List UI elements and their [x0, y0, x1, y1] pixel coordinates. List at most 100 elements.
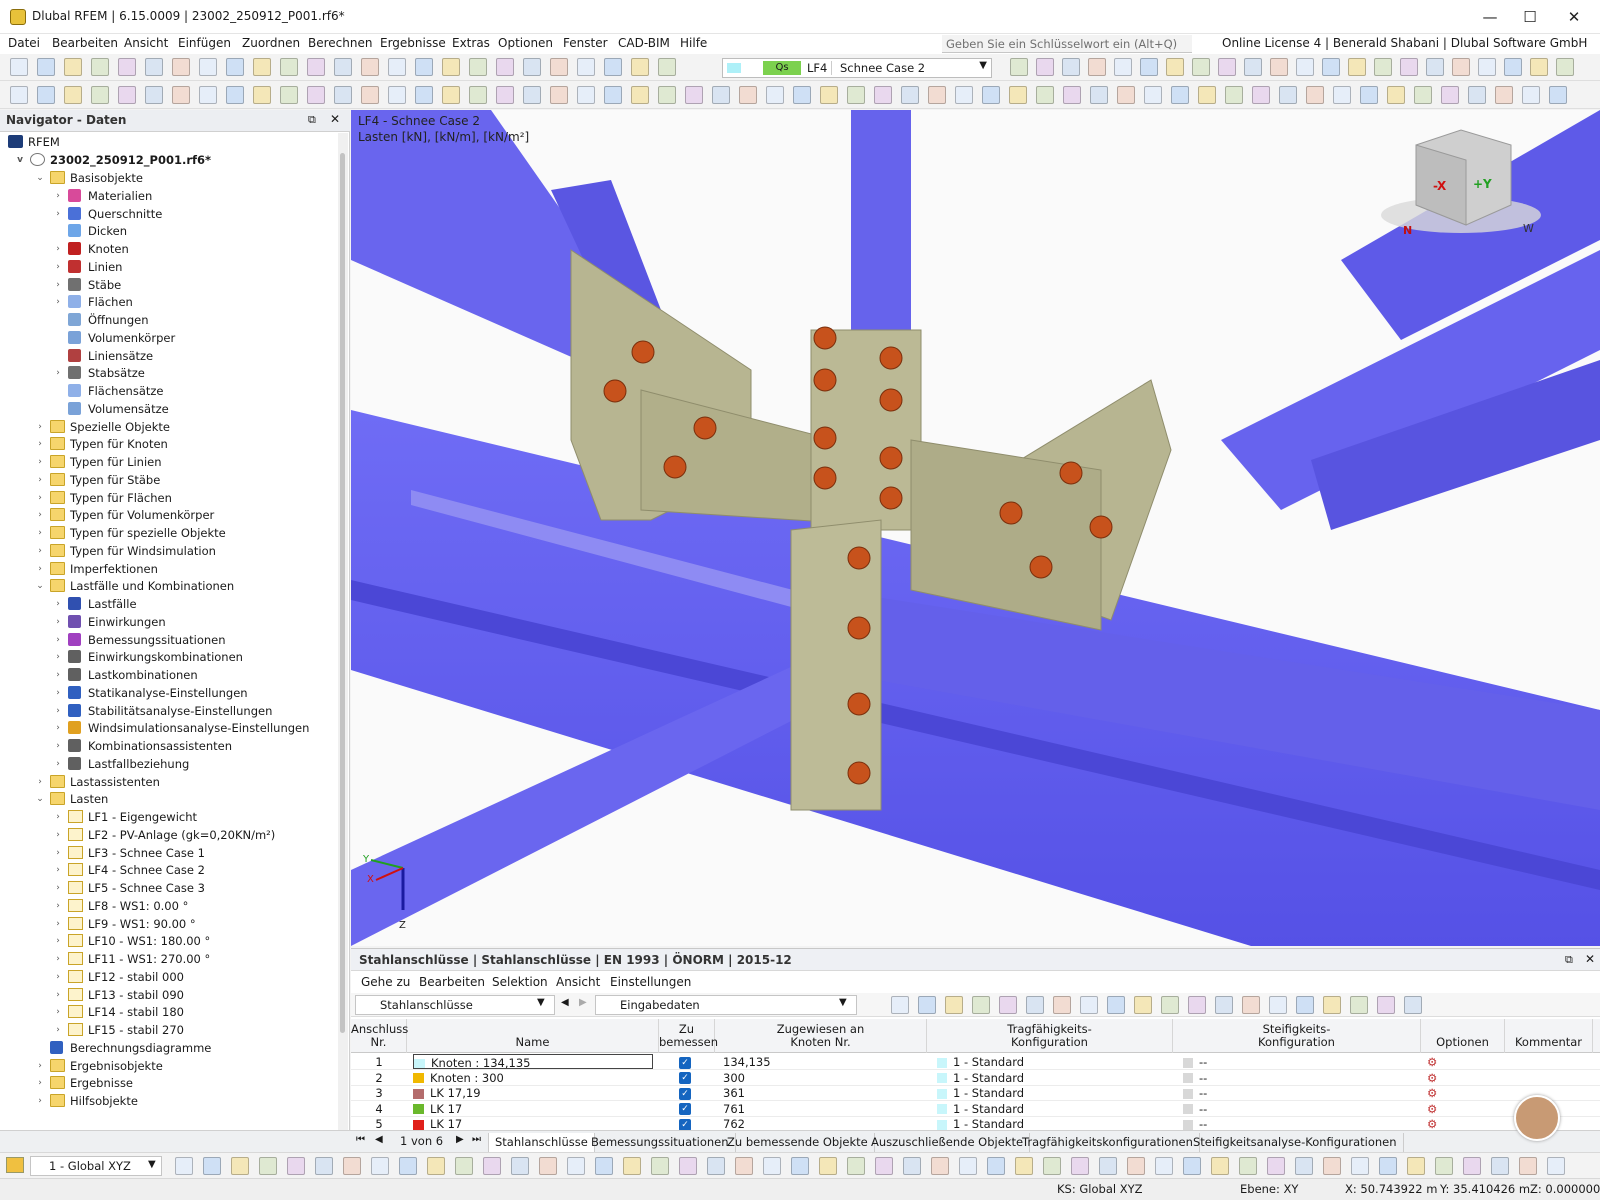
menu-cad-bim[interactable]: CAD-BIM: [618, 36, 670, 50]
cell-name[interactable]: LK 17,19: [413, 1085, 653, 1101]
toolbar-tool-icon[interactable]: [623, 1157, 641, 1175]
expand-arrow-icon[interactable]: ›: [34, 542, 46, 560]
cell-sk[interactable]: --: [1173, 1101, 1413, 1117]
toolbar-tool-icon[interactable]: [1350, 996, 1368, 1014]
options-icon[interactable]: ⚙: [1427, 1116, 1441, 1130]
toolbar-tool-icon[interactable]: [483, 1157, 501, 1175]
expand-arrow-icon[interactable]: ›: [52, 719, 64, 737]
tab-auszuschliessende-objekte[interactable]: Auszuschließende Objekte: [865, 1133, 1031, 1152]
toolbar-tool-icon[interactable]: [1062, 58, 1080, 76]
toolbar-tool-icon[interactable]: [64, 58, 82, 76]
toolbar-tool-icon[interactable]: [1495, 86, 1513, 104]
cell-tk[interactable]: 1 - Standard: [927, 1116, 1167, 1130]
expand-arrow-icon[interactable]: ›: [52, 258, 64, 276]
expand-arrow-icon[interactable]: ›: [52, 684, 64, 702]
cell-nr[interactable]: 4: [351, 1101, 407, 1117]
expand-arrow-icon[interactable]: ›: [52, 844, 64, 862]
cell-name[interactable]: LK 17: [413, 1101, 653, 1117]
expand-arrow-icon[interactable]: ›: [52, 666, 64, 684]
toolbar-tool-icon[interactable]: [595, 1157, 613, 1175]
toolbar-tool-icon[interactable]: [1414, 86, 1432, 104]
toolbar-tool-icon[interactable]: [118, 58, 136, 76]
cell-design[interactable]: ✓: [679, 1070, 699, 1086]
toolbar-tool-icon[interactable]: [1296, 996, 1314, 1014]
toolbar-tool-icon[interactable]: [766, 86, 784, 104]
tab-stahlanschluesse[interactable]: Stahlanschlüsse: [488, 1133, 595, 1152]
toolbar-tool-icon[interactable]: [455, 1157, 473, 1175]
toolbar-tool-icon[interactable]: [739, 86, 757, 104]
toolbar-tool-icon[interactable]: [1360, 86, 1378, 104]
toolbar-tool-icon[interactable]: [1188, 996, 1206, 1014]
toolbar-tool-icon[interactable]: [172, 86, 190, 104]
toolbar-tool-icon[interactable]: [1239, 1157, 1257, 1175]
toolbar-tool-icon[interactable]: [1242, 996, 1260, 1014]
cell-nr[interactable]: 1: [351, 1054, 407, 1070]
toolbar-tool-icon[interactable]: [1026, 996, 1044, 1014]
toolbar-tool-icon[interactable]: [91, 58, 109, 76]
toolbar-tool-icon[interactable]: [1374, 58, 1392, 76]
expand-arrow-icon[interactable]: ›: [34, 773, 46, 791]
toolbar-tool-icon[interactable]: [819, 1157, 837, 1175]
toolbar-tool-icon[interactable]: [469, 58, 487, 76]
expand-arrow-icon[interactable]: ›: [52, 986, 64, 1004]
menu-bearbeiten[interactable]: Bearbeiten: [52, 36, 118, 50]
toolbar-tool-icon[interactable]: [1183, 1157, 1201, 1175]
design-checkbox[interactable]: ✓: [679, 1103, 691, 1115]
cell-tk[interactable]: 1 - Standard: [927, 1101, 1167, 1117]
toolbar-tool-icon[interactable]: [1279, 86, 1297, 104]
toolbar-tool-icon[interactable]: [1225, 86, 1243, 104]
toolbar-tool-icon[interactable]: [1468, 86, 1486, 104]
cell-tk[interactable]: 1 - Standard: [927, 1054, 1167, 1070]
toolbar-tool-icon[interactable]: [1117, 86, 1135, 104]
toolbar-tool-icon[interactable]: [1400, 58, 1418, 76]
toolbar-tool-icon[interactable]: [523, 86, 541, 104]
toolbar-tool-icon[interactable]: [1134, 996, 1152, 1014]
toolbar-tool-icon[interactable]: [735, 1157, 753, 1175]
expand-arrow-icon[interactable]: ›: [34, 1092, 46, 1110]
toolbar-tool-icon[interactable]: [442, 58, 460, 76]
col-nr[interactable]: Anschluss Nr.: [351, 1019, 408, 1053]
toolbar-tool-icon[interactable]: [1090, 86, 1108, 104]
toolbar-tool-icon[interactable]: [999, 996, 1017, 1014]
toolbar-tool-icon[interactable]: [280, 86, 298, 104]
navigator-scrollbar[interactable]: [338, 133, 348, 1133]
toolbar-tool-icon[interactable]: [1144, 86, 1162, 104]
menu-ansicht[interactable]: Ansicht: [124, 36, 168, 50]
toolbar-tool-icon[interactable]: [891, 996, 909, 1014]
toolbar-tool-icon[interactable]: [1504, 58, 1522, 76]
close-navigator-button[interactable]: ✕: [330, 112, 340, 126]
expand-arrow-icon[interactable]: ›: [52, 737, 64, 755]
toolbar-tool-icon[interactable]: [820, 86, 838, 104]
design-checkbox[interactable]: ✓: [679, 1072, 691, 1084]
toolbar-tool-icon[interactable]: [199, 86, 217, 104]
toolbar-tool-icon[interactable]: [1379, 1157, 1397, 1175]
toolbar-tool-icon[interactable]: [550, 58, 568, 76]
minimize-button[interactable]: —: [1472, 6, 1508, 28]
expand-arrow-icon[interactable]: ›: [34, 560, 46, 578]
toolbar-tool-icon[interactable]: [791, 1157, 809, 1175]
expand-arrow-icon[interactable]: ›: [34, 524, 46, 542]
toolbar-tool-icon[interactable]: [1171, 86, 1189, 104]
cell-nr[interactable]: 3: [351, 1085, 407, 1101]
toolbar-tool-icon[interactable]: [10, 58, 28, 76]
toolbar-tool-icon[interactable]: [847, 1157, 865, 1175]
toolbar-tool-icon[interactable]: [145, 86, 163, 104]
col-nodes[interactable]: Zugewiesen an Knoten Nr.: [715, 1019, 927, 1053]
expand-arrow-icon[interactable]: ›: [52, 187, 64, 205]
toolbar-tool-icon[interactable]: [1351, 1157, 1369, 1175]
toolbar-tool-icon[interactable]: [203, 1157, 221, 1175]
toolbar-tool-icon[interactable]: [1010, 58, 1028, 76]
toolbar-tool-icon[interactable]: [1088, 58, 1106, 76]
table-row[interactable]: 3 LK 17,19 361 1 - Standard -- ✓ ⚙: [351, 1085, 1600, 1101]
cell-nodes[interactable]: 300: [715, 1070, 915, 1086]
expand-arrow-icon[interactable]: ›: [34, 1074, 46, 1092]
toolbar-tool-icon[interactable]: [707, 1157, 725, 1175]
toolbar-tool-icon[interactable]: [371, 1157, 389, 1175]
options-icon[interactable]: ⚙: [1427, 1101, 1441, 1117]
assistant-avatar[interactable]: [1514, 1095, 1560, 1141]
next-arrow-icon[interactable]: ▶: [579, 997, 587, 1008]
panel-close-button[interactable]: ✕: [1585, 952, 1595, 966]
expand-arrow-icon[interactable]: ›: [52, 631, 64, 649]
cell-sk[interactable]: --: [1173, 1116, 1413, 1130]
toolbar-tool-icon[interactable]: [1127, 1157, 1145, 1175]
